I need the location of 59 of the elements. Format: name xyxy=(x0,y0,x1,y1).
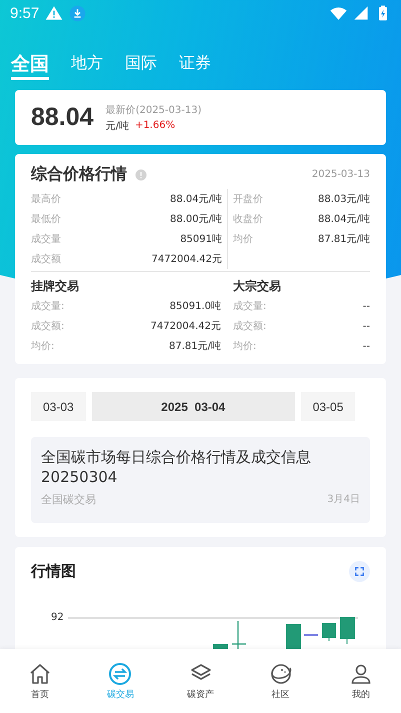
section-title: 行情图 xyxy=(31,562,76,581)
axis-tick-label: 92 xyxy=(51,612,64,624)
price-change: +1.66% xyxy=(134,120,176,131)
stat-value: 87.81元/吨 xyxy=(318,232,370,246)
stat-value: 88.03元/吨 xyxy=(318,192,370,206)
stat-value: -- xyxy=(362,300,370,312)
stat-label: 均价: xyxy=(31,340,54,353)
date-tab[interactable]: 2025 03-04 xyxy=(92,392,295,421)
stat-label: 开盘价 xyxy=(233,193,263,206)
section-title: 综合价格行情 xyxy=(31,164,127,185)
news-title: 全国碳市场每日综合价格行情及成交信息20250304 xyxy=(41,447,312,487)
wifi-icon xyxy=(330,4,347,22)
price-value: 88.04 xyxy=(31,103,94,132)
stat-label: 最高价 xyxy=(31,192,61,206)
stat-label: 成交量: xyxy=(233,300,266,313)
nav-tab[interactable]: 首页 xyxy=(0,649,80,713)
stat-value: -- xyxy=(362,320,370,332)
stat-value: 88.04元/吨 xyxy=(170,192,222,206)
news-source: 全国碳交易 xyxy=(41,492,96,507)
exchange-icon xyxy=(108,662,132,686)
stat-value: 88.00元/吨 xyxy=(170,212,222,226)
expand-button[interactable] xyxy=(349,561,370,582)
stat-label: 均价: xyxy=(233,340,256,353)
warning-icon xyxy=(45,4,64,22)
status-time: 9:57 xyxy=(10,4,40,22)
news-item[interactable]: 全国碳市场每日综合价格行情及成交信息20250304 全国碳交易 3月4日 xyxy=(31,437,370,523)
expand-icon xyxy=(353,565,366,578)
stat-value: 85091吨 xyxy=(180,232,222,246)
planet-icon xyxy=(268,662,293,686)
subsection-title: 挂牌交易 xyxy=(31,278,80,295)
stat-label: 成交额: xyxy=(233,320,266,333)
stat-value: -- xyxy=(362,340,370,352)
download-icon xyxy=(69,4,86,22)
stat-label: 成交额 xyxy=(31,252,61,266)
stat-value: 7472004.42元 xyxy=(150,320,221,333)
info-icon xyxy=(135,168,147,180)
signal-icon xyxy=(353,5,369,21)
person-icon xyxy=(348,662,373,686)
date-tab[interactable]: 03-03 xyxy=(31,392,86,421)
stat-value: 87.81元/吨 xyxy=(169,340,221,353)
subsection-title: 大宗交易 xyxy=(233,278,282,295)
price-date-label: 最新价(2025-03-13) xyxy=(106,104,202,116)
stat-label: 最低价 xyxy=(31,213,61,226)
date-tab[interactable]: 03-05 xyxy=(300,392,356,421)
stat-label: 成交额: xyxy=(31,320,64,333)
stat-value: 7472004.42元 xyxy=(152,253,222,266)
stat-value: 85091.0吨 xyxy=(170,300,221,313)
stat-label: 收盘价 xyxy=(233,213,263,226)
price-unit: 元/吨 xyxy=(106,120,129,132)
stat-label: 均价 xyxy=(233,233,253,246)
nav-tab[interactable]: 碳资产 xyxy=(160,649,241,713)
news-date: 3月4日 xyxy=(327,493,360,507)
home-icon xyxy=(28,662,52,686)
nav-tab[interactable]: 我的 xyxy=(320,649,401,713)
stat-label: 成交量: xyxy=(31,300,64,313)
stat-value: 88.04元/吨 xyxy=(318,212,370,226)
stat-label: 成交量 xyxy=(31,232,61,246)
summary-date: 2025-03-13 xyxy=(312,169,370,180)
nav-tab[interactable]: 社区 xyxy=(240,649,321,713)
